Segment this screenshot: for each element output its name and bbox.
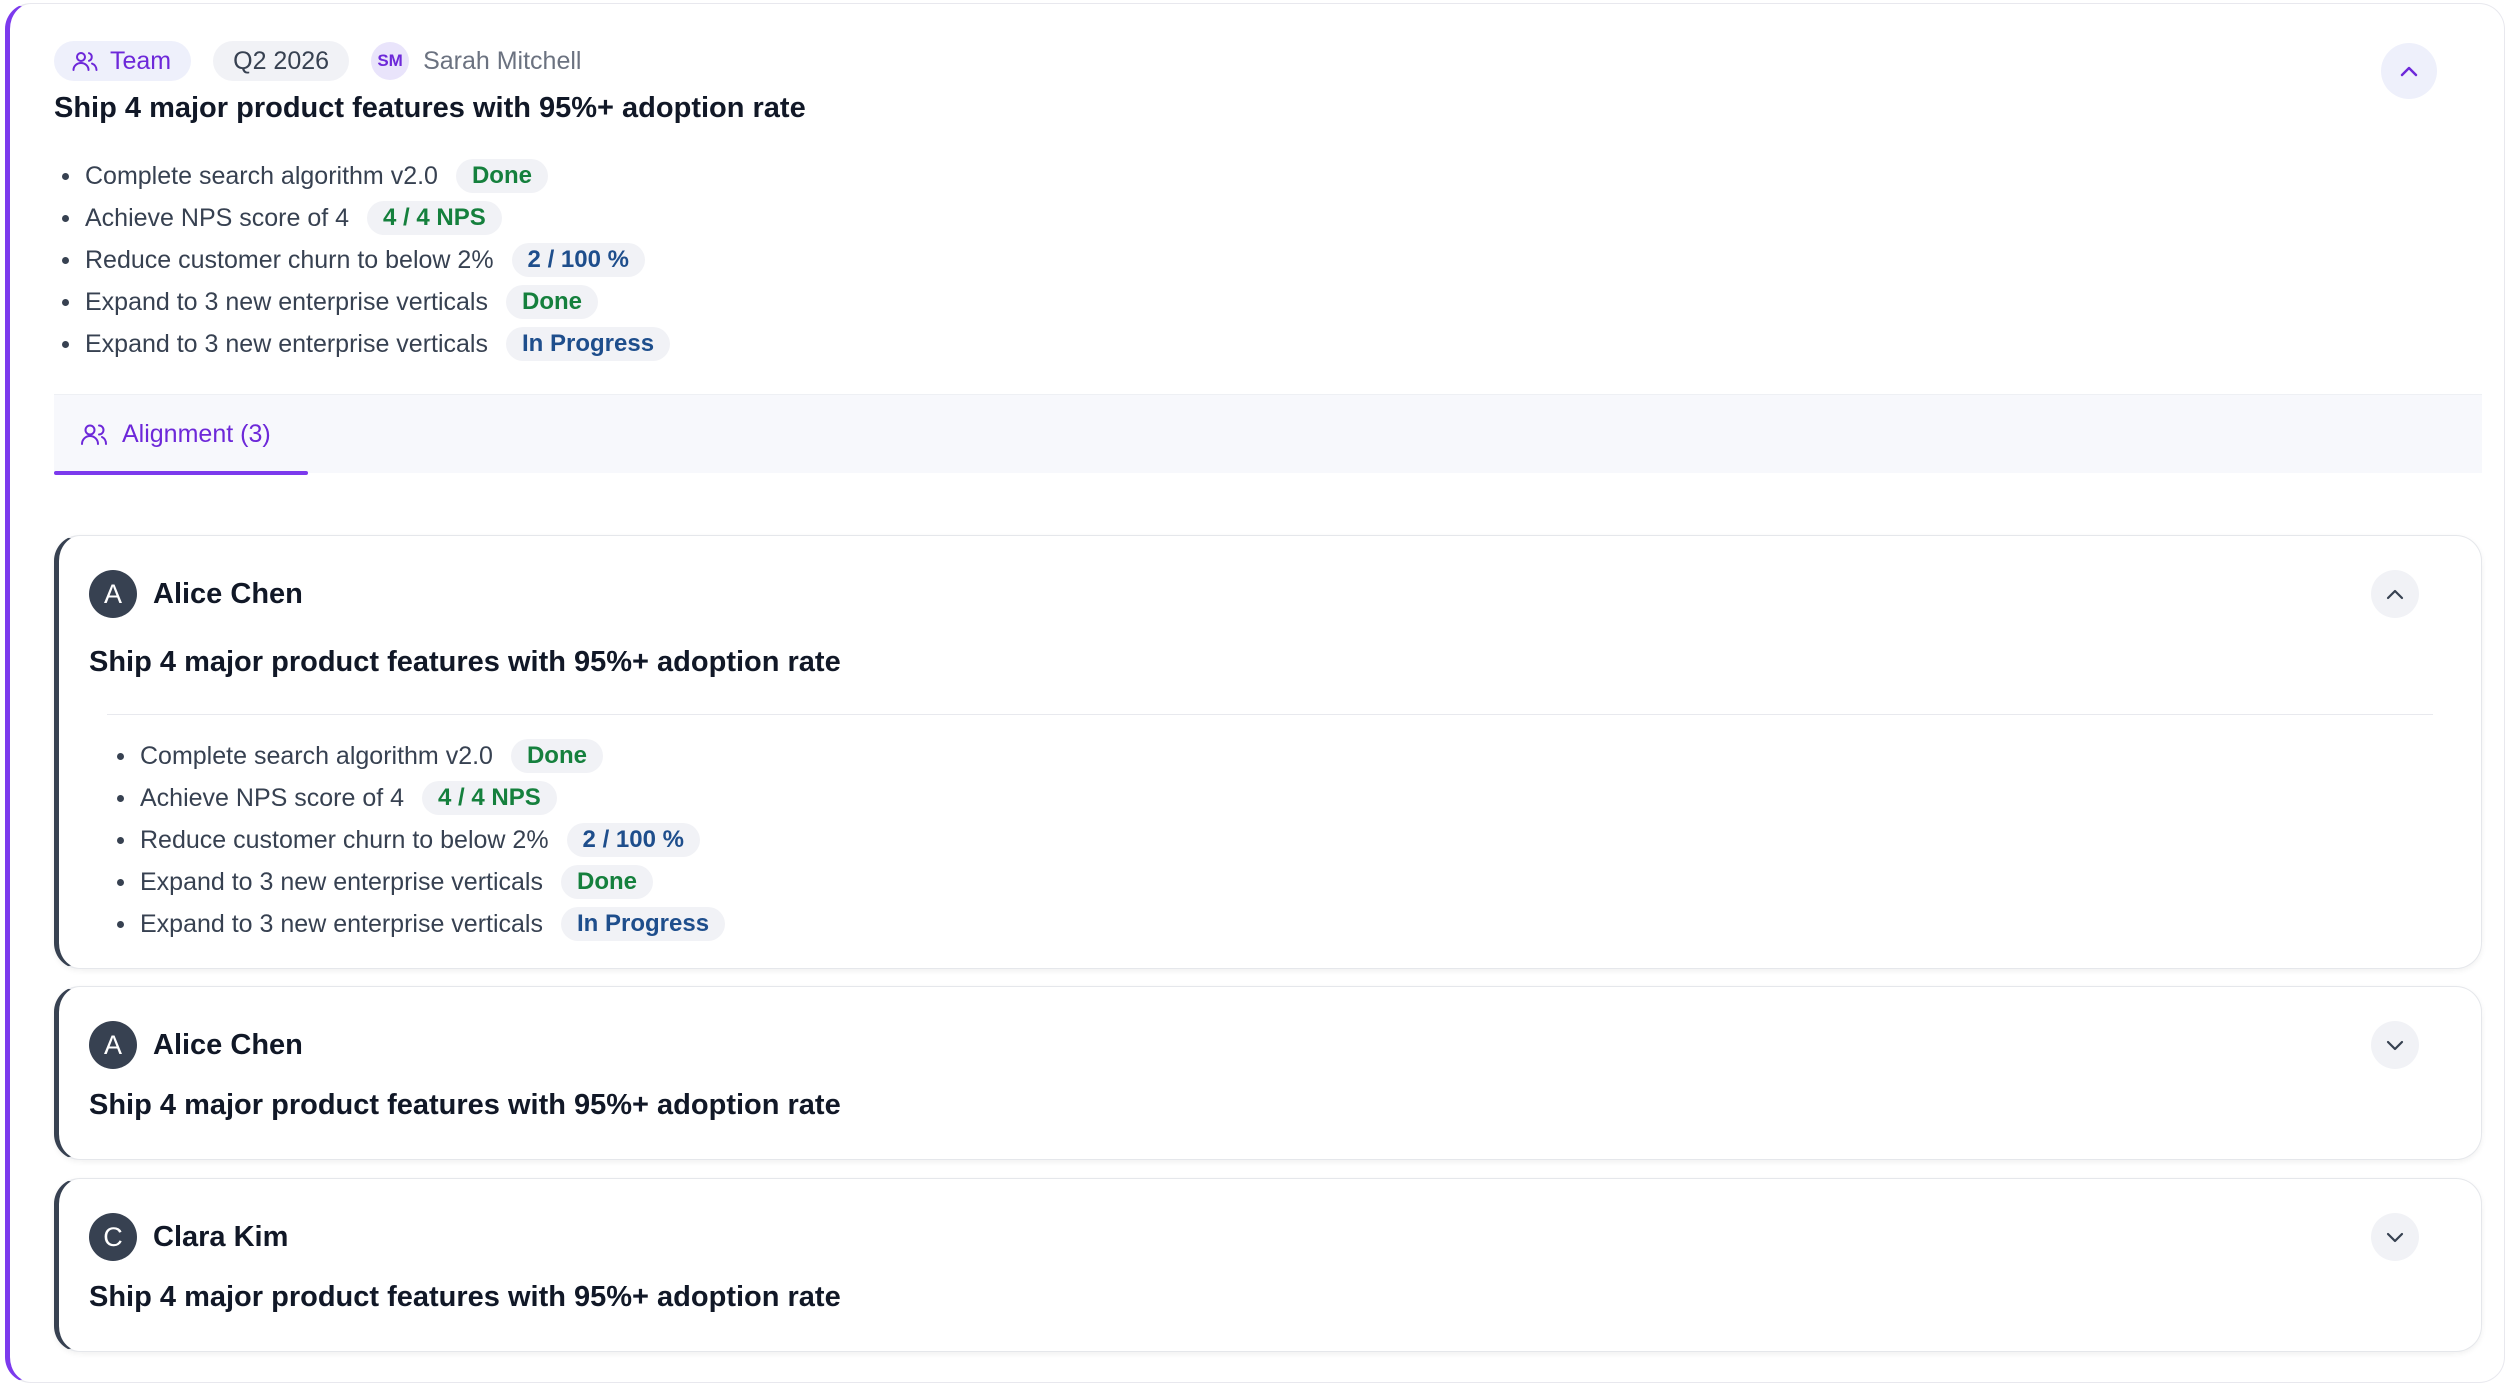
key-result-status: In Progress <box>506 327 671 361</box>
divider <box>107 714 2433 715</box>
tab-label: Alignment (3) <box>122 419 271 448</box>
owner-name: Clara Kim <box>153 1220 289 1253</box>
key-result-status: 2 / 100 % <box>511 243 645 277</box>
key-result-text: Reduce customer churn to below 2% <box>85 245 494 274</box>
owner-name: Alice Chen <box>153 577 303 610</box>
chevron-up-icon <box>2386 589 2404 599</box>
alignment-owner: A Alice Chen <box>89 1021 303 1069</box>
key-result-text: Achieve NPS score of 4 <box>140 783 405 812</box>
alignment-card[interactable]: A Alice Chen Ship 4 major product featur… <box>54 986 2482 1160</box>
alignment-key-results: Complete search algorithm v2.0 Done Achie… <box>117 735 726 945</box>
tab-bar: Alignment (3) <box>54 394 2482 475</box>
period-badge: Q2 2026 <box>213 41 350 81</box>
users-icon <box>72 52 98 71</box>
alignment-card: A Alice Chen Ship 4 major product featur… <box>54 535 2482 969</box>
key-result-status: 2 / 100 % <box>566 823 700 857</box>
bullet <box>62 214 69 222</box>
alignment-title: Ship 4 major product features with 95%+ … <box>89 1281 841 1313</box>
key-result-item: Complete search algorithm v2.0 Done <box>117 735 725 777</box>
key-result-text: Expand to 3 new enterprise verticals <box>85 287 488 316</box>
tab-alignment[interactable]: Alignment (3) <box>54 395 308 475</box>
bullet <box>62 298 69 306</box>
objective-meta: Team Q2 2026 SM Sarah Mitchell <box>54 41 581 81</box>
avatar: A <box>89 570 137 618</box>
objective-title: Ship 4 major product features with 95%+ … <box>54 92 806 124</box>
alignment-title: Ship 4 major product features with 95%+ … <box>89 1089 841 1121</box>
key-result-text: Expand to 3 new enterprise verticals <box>140 867 543 896</box>
key-result-text: Expand to 3 new enterprise verticals <box>140 909 543 938</box>
alignment-owner: A Alice Chen <box>89 570 303 618</box>
chevron-down-icon <box>2386 1040 2404 1050</box>
alignment-title: Ship 4 major product features with 95%+ … <box>89 646 841 678</box>
collapse-objective-button[interactable] <box>2381 43 2437 99</box>
bullet <box>62 256 69 264</box>
users-icon <box>81 424 107 445</box>
key-result-item: Expand to 3 new enterprise verticals Done <box>62 281 670 323</box>
bullet <box>117 752 124 760</box>
expand-alignment-button[interactable] <box>2371 1213 2419 1261</box>
key-result-status: Done <box>561 865 653 899</box>
owner-name: Sarah Mitchell <box>423 46 582 75</box>
avatar: C <box>89 1213 137 1261</box>
owner-name: Alice Chen <box>153 1028 303 1061</box>
key-result-status: 4 / 4 NPS <box>367 201 502 235</box>
key-result-status: Done <box>510 739 603 773</box>
key-result-status: In Progress <box>561 907 726 941</box>
bullet <box>117 836 124 844</box>
collapse-alignment-button[interactable] <box>2371 570 2419 618</box>
key-result-item: Reduce customer churn to below 2% 2 / 100… <box>62 239 670 281</box>
key-result-item: Achieve NPS score of 4 4 / 4 NPS <box>117 777 725 819</box>
key-result-text: Complete search algorithm v2.0 <box>85 161 438 190</box>
key-result-item: Achieve NPS score of 4 4 / 4 NPS <box>62 197 670 239</box>
chevron-down-icon <box>2386 1232 2404 1242</box>
chevron-up-icon <box>2400 66 2418 77</box>
key-result-item: Complete search algorithm v2.0 Done <box>62 155 670 197</box>
key-result-status: 4 / 4 NPS <box>422 781 557 815</box>
bullet <box>62 340 69 348</box>
level-badge: Team <box>54 41 192 81</box>
level-label: Team <box>110 46 172 75</box>
key-result-item: Expand to 3 new enterprise verticals In P… <box>117 903 726 945</box>
period-label: Q2 2026 <box>233 46 330 75</box>
objective-key-results: Complete search algorithm v2.0 Done Achie… <box>62 155 671 365</box>
owner-avatar: SM <box>371 42 410 80</box>
key-result-status: Done <box>506 285 598 319</box>
bullet <box>117 878 124 886</box>
bullet <box>117 794 124 802</box>
key-result-text: Achieve NPS score of 4 <box>85 203 350 232</box>
key-result-item: Expand to 3 new enterprise verticals In P… <box>62 323 671 365</box>
key-result-status: Done <box>455 159 548 193</box>
bullet <box>62 172 69 180</box>
alignment-card[interactable]: C Clara Kim Ship 4 major product feature… <box>54 1178 2482 1352</box>
active-tab-indicator <box>54 471 308 475</box>
alignment-owner: C Clara Kim <box>89 1213 288 1261</box>
key-result-item: Expand to 3 new enterprise verticals Done <box>117 861 725 903</box>
key-result-text: Reduce customer churn to below 2% <box>140 825 549 854</box>
key-result-text: Expand to 3 new enterprise verticals <box>85 329 488 358</box>
objective-card: Team Q2 2026 SM Sarah Mitchell Ship 4 ma… <box>5 3 2505 1383</box>
key-result-text: Complete search algorithm v2.0 <box>140 741 493 770</box>
bullet <box>117 920 124 928</box>
expand-alignment-button[interactable] <box>2371 1021 2419 1069</box>
key-result-item: Reduce customer churn to below 2% 2 / 100… <box>117 819 725 861</box>
avatar: A <box>89 1021 137 1069</box>
